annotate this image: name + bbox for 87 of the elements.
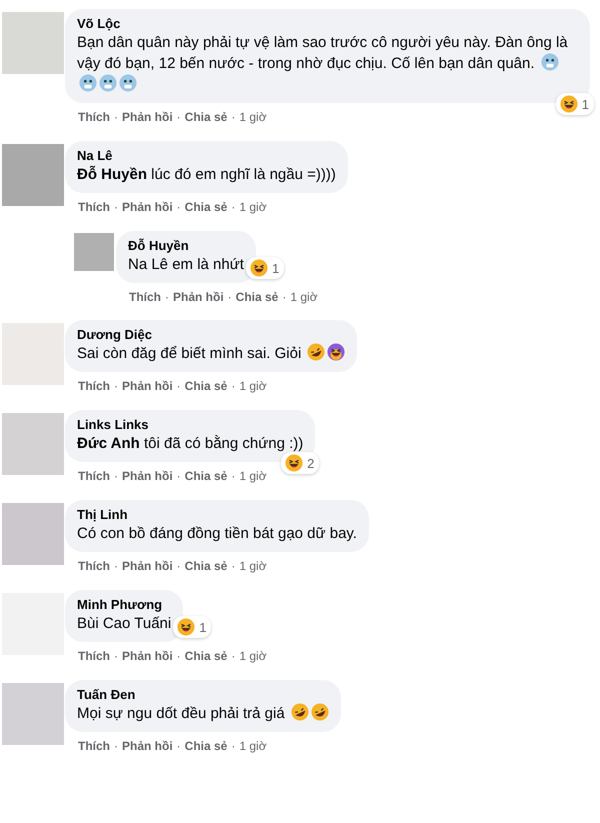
comment-text: Bạn dân quân này phải tự vệ làm sao trước cô người yêu này. Đàn ông là vậy đó bạn, 12 bến nước - trong nhờ đục chịu. Cố lên bạn dân quân. [77,32,578,95]
action-link[interactable]: Thích [78,468,110,484]
separator-dot: · [165,289,169,305]
action-link[interactable]: Phản hồi [173,289,224,305]
laughing-face-icon [250,259,268,277]
action-link[interactable]: Thích [78,738,110,754]
separator-dot: · [176,468,181,484]
reaction-badge[interactable]: 1 [173,616,212,638]
comment-time: 1 giờ [239,648,267,664]
action-link[interactable]: Thích [78,378,110,394]
comment-author[interactable]: Tuấn Đen [77,686,329,703]
separator-dot: · [231,648,236,664]
separator-dot: · [231,109,236,125]
scared-face-icon [79,74,97,92]
separator-dot: · [282,289,286,305]
separator-dot: · [231,468,236,484]
action-link[interactable]: Chia sẻ [184,738,228,754]
action-link[interactable]: Phản hồi [122,558,173,574]
laughing-face-icon [560,95,578,113]
action-link[interactable]: Phản hồi [122,468,173,484]
comment-text: Na Lê em là nhứt [128,255,244,275]
comment-author[interactable]: Dương Diệc [77,326,346,343]
laughing-face-icon [310,703,329,721]
separator-dot: · [114,738,118,754]
separator-dot: · [176,648,181,664]
comment-text: Sai còn đăg để biết mình sai. Giỏi [77,343,346,364]
reaction-badge[interactable]: 1 [556,93,594,115]
action-link[interactable]: Chia sẻ [184,558,228,574]
action-link[interactable]: Thích [129,289,161,305]
comment-text: Bùi Cao Tuấni [77,614,172,634]
separator-dot: · [176,378,181,394]
laughing-face-icon [307,343,326,361]
comment-time: 1 giờ [239,468,267,484]
comment-time: 1 giờ [239,378,267,394]
comment-text: Đức Anh tôi đã có bằng chứng :)) [77,434,304,454]
action-link[interactable]: Chia sẻ [184,648,228,664]
separator-dot: · [231,378,236,394]
comment-time: 1 giờ [239,109,267,125]
comment-author[interactable]: Minh Phương [77,596,172,613]
action-link[interactable]: Thích [78,558,110,574]
separator-dot: · [114,468,118,484]
separator-dot: · [176,558,181,574]
action-link[interactable]: Chia sẻ [184,468,228,484]
action-link[interactable]: Chia sẻ [184,199,228,215]
separator-dot: · [114,558,118,574]
action-link[interactable]: Phản hồi [122,109,173,125]
comment-author[interactable]: Links Links [77,416,304,433]
separator-dot: · [114,199,118,215]
action-link[interactable]: Thích [78,109,110,125]
action-link[interactable]: Chia sẻ [184,378,228,394]
scared-face-icon [99,74,117,92]
comment-time: 1 giờ [239,199,267,215]
action-link[interactable]: Thích [78,648,110,664]
action-link[interactable]: Phản hồi [122,648,173,664]
laughing-face-icon [177,618,196,636]
comment-time: 1 giờ [290,289,318,305]
scared-face-icon [119,74,137,92]
comment-text: Đỗ Huyền lúc đó em nghĩ là ngầu =)))) [77,164,336,185]
comment-text: Có con bồ đáng đồng tiền bát gạo dữ bay. [77,524,357,544]
comment-time: 1 giờ [239,738,267,754]
comment-author[interactable]: Võ Lộc [77,15,578,32]
separator-dot: · [231,738,236,754]
separator-dot: · [114,648,118,664]
action-link[interactable]: Phản hồi [122,199,173,215]
action-link[interactable]: Thích [78,199,110,215]
laughing-face-icon [285,454,304,472]
separator-dot: · [231,199,236,215]
comment-author[interactable]: Thị Linh [77,506,357,523]
action-link[interactable]: Phản hồi [122,738,173,754]
separator-dot: · [228,289,232,305]
comment-author[interactable]: Na Lê [77,147,336,164]
separator-dot: · [114,109,118,125]
action-link[interactable]: Chia sẻ [236,289,278,305]
laughing-face-icon [290,703,309,721]
separator-dot: · [176,109,181,125]
separator-dot: · [114,378,118,394]
comment-time: 1 giờ [239,558,267,574]
comment-author[interactable]: Đỗ Huyền [128,237,244,254]
separator-dot: · [176,199,181,215]
action-link[interactable]: Phản hồi [122,378,173,394]
reaction-badge[interactable]: 1 [246,257,284,279]
separator-dot: · [176,738,181,754]
separator-dot: · [231,558,236,574]
comment-text: Mọi sự ngu dốt đều phải trả giá [77,703,329,724]
action-link[interactable]: Chia sẻ [184,109,228,125]
reaction-badge[interactable]: 2 [281,452,320,474]
scared-face-icon [540,53,559,71]
